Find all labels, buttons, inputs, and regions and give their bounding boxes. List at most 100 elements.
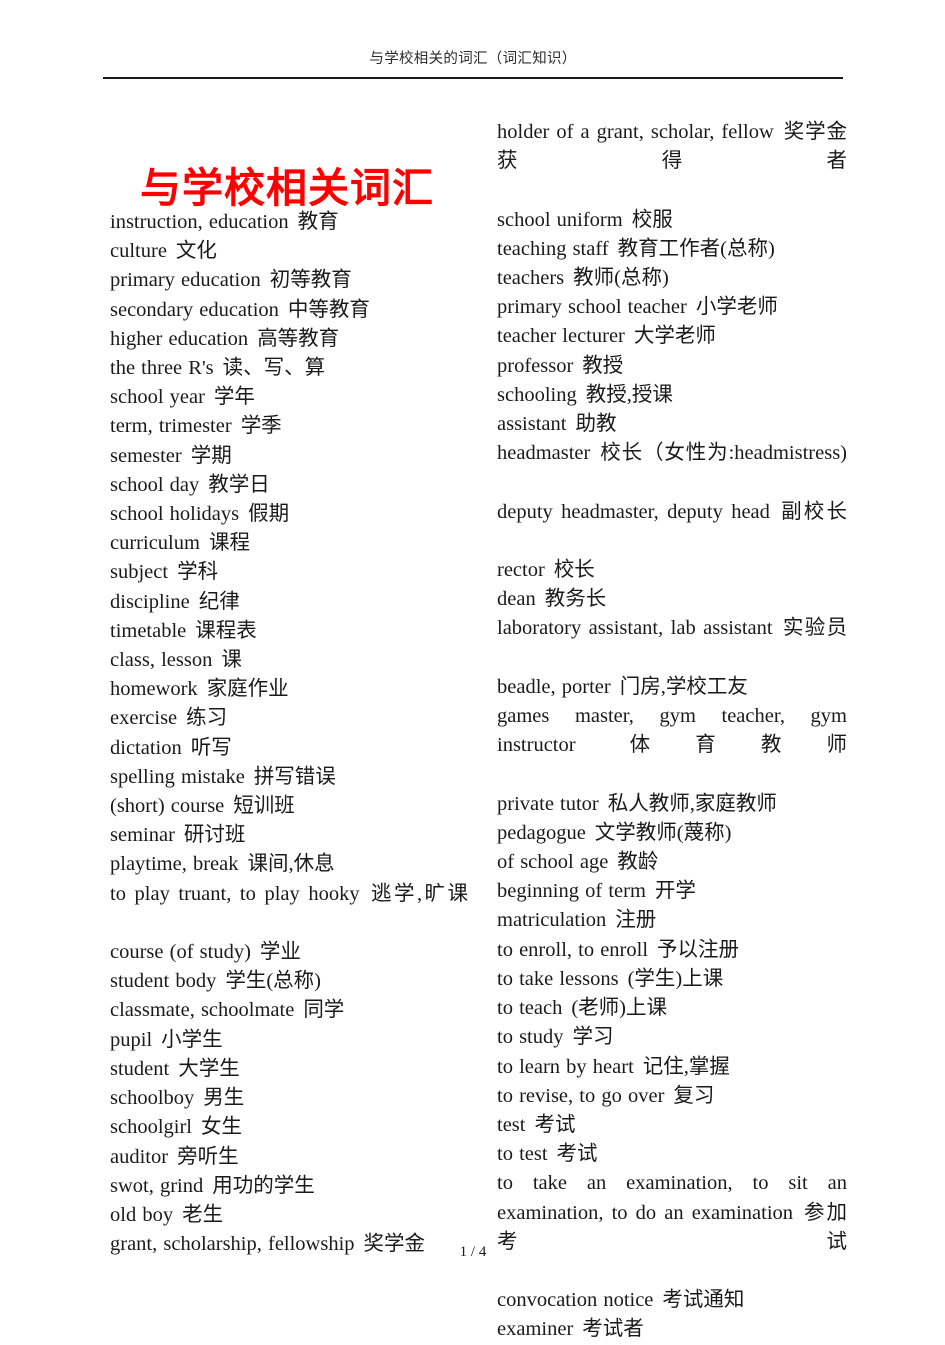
entry-gloss-zh: 文学教师(蔑称): [594, 821, 732, 844]
entry-gloss-zh: 练习: [186, 707, 228, 730]
entry-gloss-zh: 私人教师,家庭教师: [607, 792, 777, 815]
vocabulary-entry: private tutor 私人教师,家庭教师: [497, 790, 847, 819]
entry-gloss-zh: 学年: [213, 386, 255, 409]
entry-gloss-zh: 旁听生: [177, 1145, 239, 1168]
entry-gloss-zh: 课: [221, 649, 242, 672]
header-divider-rule: [103, 77, 843, 79]
vocabulary-entry: old boy 老生: [110, 1201, 468, 1230]
entry-gloss-zh: 校长: [553, 559, 595, 582]
vocabulary-entry: to study 学习: [497, 1023, 847, 1052]
entry-gloss-zh: 老生: [182, 1203, 224, 1226]
entry-gloss-zh: 考试: [556, 1143, 598, 1166]
entry-term-en: the three R's: [110, 357, 214, 380]
vocabulary-column-left: instruction, education 教育 culture 文化 primary…: [110, 208, 468, 1259]
entry-gloss-zh: (老师)上课: [571, 997, 667, 1020]
vocabulary-entry: timetable 课程表: [110, 617, 468, 646]
entry-term-en: semester: [110, 444, 182, 467]
vocabulary-entry: student 大学生: [110, 1055, 468, 1084]
entry-gloss-zh: 考试: [534, 1113, 576, 1136]
entry-term-en: spelling mistake: [110, 765, 245, 788]
vocabulary-entry: pedagogue 文学教师(蔑称): [497, 819, 847, 848]
vocabulary-entry: beginning of term 开学: [497, 877, 847, 906]
entry-term-en: to test: [497, 1143, 548, 1166]
entry-term-en: timetable: [110, 619, 187, 642]
entry-term-en: deputy headmaster, deputy head: [497, 500, 770, 523]
vocabulary-entry: secondary education 中等教育: [110, 296, 468, 325]
entry-term-en: of school age: [497, 851, 609, 874]
entry-term-en: to study: [497, 1026, 564, 1049]
entry-gloss-zh: 考试者: [582, 1318, 644, 1341]
entry-gloss-zh: 女生: [201, 1116, 242, 1139]
entry-gloss-zh: 学科: [177, 561, 219, 584]
entry-term-en: course (of study): [110, 941, 251, 964]
vocabulary-entry: auditor 旁听生: [110, 1143, 468, 1172]
vocabulary-entry: swot, grind 用功的学生: [110, 1172, 468, 1201]
entry-gloss-zh: 大学生: [178, 1057, 240, 1080]
vocabulary-entry: school uniform 校服: [497, 206, 847, 235]
vocabulary-entry: teacher lecturer 大学老师: [497, 322, 847, 351]
entry-term-en: primary school teacher: [497, 296, 687, 319]
entry-gloss-zh: 助教: [575, 413, 617, 436]
entry-term-en: matriculation: [497, 909, 607, 932]
entry-term-en: dictation: [110, 736, 182, 759]
entry-gloss-zh: 学期: [190, 444, 232, 467]
vocabulary-entry: schoolgirl 女生: [110, 1113, 468, 1142]
entry-gloss-zh: 学生(总称): [225, 970, 321, 993]
vocabulary-entry: to learn by heart 记住,掌握: [497, 1053, 847, 1082]
entry-term-en: schoolboy: [110, 1087, 195, 1110]
vocabulary-entry: curriculum 课程: [110, 529, 468, 558]
vocabulary-entry: holder of a grant, scholar, fellow 奖学金获得者: [497, 118, 847, 206]
entry-term-en: subject: [110, 561, 169, 584]
entry-term-en: to play truant, to play hooky: [110, 882, 360, 905]
entry-term-en: culture: [110, 240, 167, 263]
vocabulary-entry: the three R's 读、写、算: [110, 354, 468, 383]
entry-gloss-zh: 同学: [303, 999, 345, 1022]
entry-term-en: examiner: [497, 1318, 574, 1341]
running-header: 与学校相关的词汇（词汇知识）: [369, 51, 577, 67]
entry-gloss-zh: 教务长: [544, 588, 607, 611]
vocabulary-entry: semester 学期: [110, 442, 468, 471]
entry-gloss-zh: 教师(总称): [573, 267, 669, 290]
entry-gloss-zh: 开学: [654, 880, 696, 903]
entry-gloss-zh: 学习: [572, 1026, 614, 1049]
vocabulary-entry: convocation notice 考试通知: [497, 1286, 847, 1315]
vocabulary-entry: to test 考试: [497, 1140, 847, 1169]
entry-gloss-zh: 课间,休息: [247, 853, 335, 876]
entry-term-en: private tutor: [497, 792, 599, 815]
vocabulary-entry: student body 学生(总称): [110, 967, 468, 996]
vocabulary-entry: seminar 研讨班: [110, 821, 468, 850]
entry-gloss-zh: 小学生: [161, 1028, 223, 1051]
entry-gloss-zh: 校长（女性为:headmistress): [599, 442, 847, 465]
entry-gloss-zh: 教育工作者(总称): [617, 237, 775, 260]
entry-term-en: schooling: [497, 383, 577, 406]
vocabulary-entry: exercise 练习: [110, 704, 468, 733]
entry-term-en: higher education: [110, 327, 249, 350]
vocabulary-entry: to play truant, to play hooky 逃学,旷课: [110, 880, 468, 938]
entry-gloss-zh: 短训班: [233, 795, 295, 818]
entry-term-en: term, trimester: [110, 415, 232, 438]
entry-gloss-zh: 教学日: [208, 473, 270, 496]
vocabulary-entry: playtime, break 课间,休息: [110, 850, 468, 879]
vocabulary-column-right: holder of a grant, scholar, fellow 奖学金获得者…: [497, 118, 847, 1345]
vocabulary-entry: to enroll, to enroll 予以注册: [497, 936, 847, 965]
entry-gloss-zh: 听写: [190, 736, 232, 759]
vocabulary-entry: games master, gym teacher, gym instructo…: [497, 702, 847, 790]
entry-term-en: school uniform: [497, 208, 623, 231]
vocabulary-entry: of school age 教龄: [497, 848, 847, 877]
entry-term-en: student: [110, 1057, 170, 1080]
entry-term-en: beadle, porter: [497, 675, 611, 698]
entry-term-en: to teach: [497, 997, 563, 1020]
vocabulary-entry: pupil 小学生: [110, 1026, 468, 1055]
entry-gloss-zh: 教龄: [617, 851, 659, 874]
entry-term-en: student body: [110, 970, 217, 993]
entry-gloss-zh: 初等教育: [269, 269, 352, 292]
entry-gloss-zh: 复习: [673, 1084, 715, 1107]
entry-term-en: holder of a grant, scholar, fellow: [497, 121, 774, 143]
vocabulary-entry: term, trimester 学季: [110, 412, 468, 441]
entry-term-en: class, lesson: [110, 649, 213, 672]
vocabulary-entry: primary school teacher 小学老师: [497, 293, 847, 322]
entry-gloss-zh: 拼写错误: [253, 765, 336, 788]
entry-term-en: (short) course: [110, 795, 225, 818]
entry-term-en: classmate, schoolmate: [110, 999, 295, 1022]
entry-term-en: curriculum: [110, 532, 200, 555]
